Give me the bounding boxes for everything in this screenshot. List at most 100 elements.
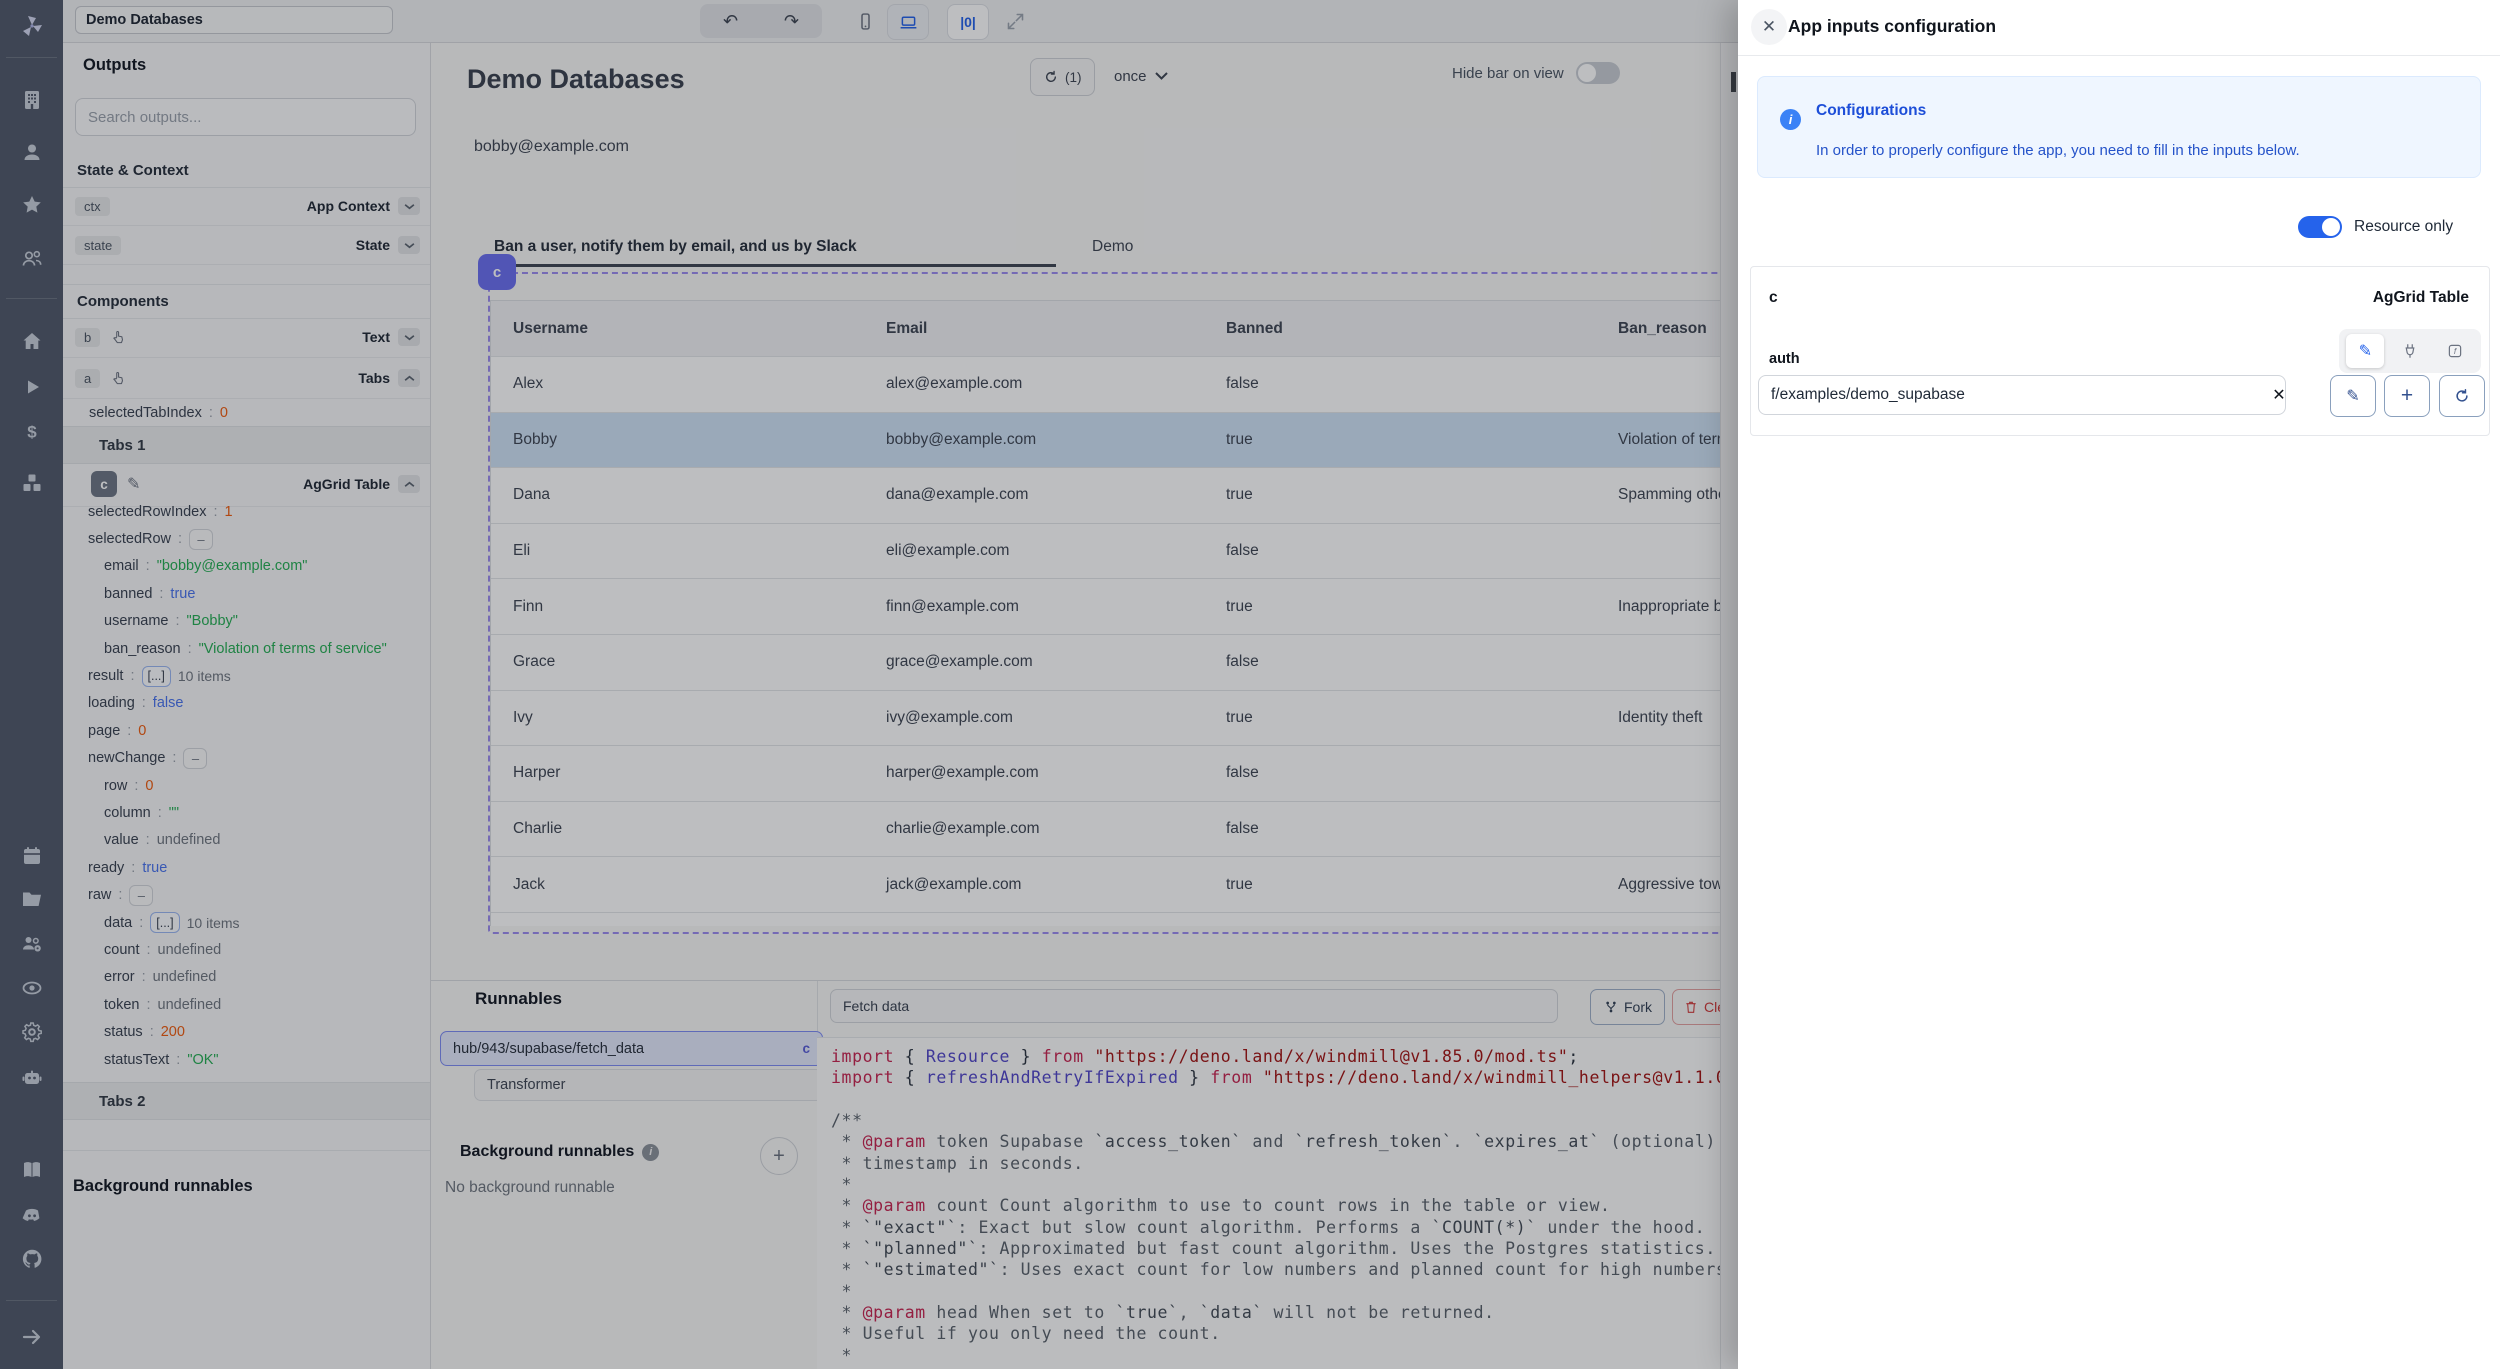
output-row-state[interactable]: stateState	[63, 226, 430, 265]
info-icon[interactable]: i	[642, 1144, 659, 1161]
clear-resource-icon[interactable]: ✕	[2269, 385, 2289, 405]
colon: :	[175, 613, 179, 629]
edit-pencil-icon[interactable]: ✎	[127, 474, 140, 494]
table-row[interactable]: Jackjack@example.comtrueAggressive towar…	[491, 857, 1737, 913]
users-icon[interactable]	[19, 245, 45, 271]
dollar-icon[interactable]: $	[19, 419, 45, 445]
text-component-b[interactable]: bobby@example.com	[474, 138, 629, 156]
collapse-toggle[interactable]: –	[183, 748, 207, 769]
runnable-item-fetch-data[interactable]: hub/943/supabase/fetch_data c	[440, 1031, 823, 1066]
chevron-up-icon[interactable]	[398, 475, 420, 493]
connect-mode-plug-icon[interactable]	[2391, 334, 2429, 368]
github-icon[interactable]	[19, 1246, 45, 1272]
cell-banned: false	[1226, 542, 1259, 560]
collapse-toggle[interactable]: –	[189, 529, 213, 550]
gear-icon[interactable]	[19, 1019, 45, 1045]
add-background-runnable-button[interactable]: +	[760, 1137, 798, 1175]
resource-path-input[interactable]	[1758, 375, 2286, 415]
search-outputs-input[interactable]	[75, 98, 416, 136]
chevron-down-icon[interactable]	[398, 236, 420, 254]
chevron-down-icon[interactable]	[398, 197, 420, 215]
tabs2-section-header[interactable]: Tabs 2	[63, 1082, 430, 1120]
eval-mode-fn-icon[interactable]: f	[2436, 334, 2474, 368]
mobile-view-icon[interactable]	[845, 4, 885, 38]
undo-icon[interactable]: ↶	[709, 11, 752, 32]
folder-icon[interactable]	[19, 886, 45, 912]
cubes-icon[interactable]	[19, 470, 45, 496]
pointer-icon	[110, 370, 127, 387]
edit-resource-button[interactable]: ✎	[2330, 375, 2376, 417]
output-row-ctx[interactable]: ctxApp Context	[63, 187, 430, 226]
add-resource-button[interactable]: +	[2384, 375, 2430, 417]
expand-icon[interactable]	[995, 4, 1035, 38]
redo-icon[interactable]: ↷	[770, 11, 813, 32]
reload-resource-button[interactable]	[2439, 375, 2485, 417]
table-row[interactable]: Danadana@example.comtrueSpamming other u…	[491, 468, 1737, 524]
tree-key: selectedRow	[88, 531, 171, 547]
static-mode-pencil-icon[interactable]: ✎	[2346, 334, 2384, 368]
config-component-id: c	[1769, 289, 1778, 307]
table-row[interactable]: Alexalex@example.comfalse	[491, 357, 1737, 413]
cell-email: harper@example.com	[886, 764, 1039, 782]
desktop-view-icon[interactable]	[887, 4, 929, 40]
tree-key: raw	[88, 887, 111, 903]
colon: :	[134, 778, 138, 794]
table-row[interactable]: Ivyivy@example.comtrueIdentity theft	[491, 691, 1737, 747]
output-object-tree: selectedRowIndex:1selectedRow:–email:"bo…	[63, 498, 430, 1073]
component-row-a[interactable]: aTabs	[63, 358, 430, 399]
schedule-dropdown[interactable]: once	[1114, 58, 1168, 94]
hide-bar-toggle[interactable]	[1576, 62, 1620, 84]
eye-icon[interactable]	[19, 975, 45, 1001]
home-icon[interactable]	[19, 328, 45, 354]
resource-only-toggle[interactable]	[2298, 216, 2342, 238]
script-name-input[interactable]	[830, 989, 1558, 1023]
windmill-logo-icon[interactable]	[19, 13, 45, 39]
svg-text:$: $	[27, 423, 37, 442]
table-row[interactable]: Gracegrace@example.comfalse	[491, 635, 1737, 691]
code-editor[interactable]: import { Resource } from "https://deno.l…	[817, 1037, 1738, 1369]
array-expander[interactable]: [...]	[150, 912, 179, 933]
robot-icon[interactable]	[19, 1065, 45, 1091]
tab-demo[interactable]: Demo	[1092, 238, 1133, 256]
canvas-scrollbar[interactable]	[1720, 0, 1739, 1369]
close-icon[interactable]: ✕	[1751, 9, 1787, 45]
book-icon[interactable]	[19, 1157, 45, 1183]
column-header-banned: Banned	[1226, 320, 1283, 338]
colon: :	[139, 915, 143, 931]
table-row[interactable]: Bobbybobby@example.comtrueViolation of t…	[491, 413, 1737, 469]
workers-icon[interactable]	[19, 931, 45, 957]
play-icon[interactable]	[19, 374, 45, 400]
runnable-item-transformer[interactable]: Transformer	[474, 1069, 823, 1101]
refresh-button[interactable]: (1)	[1030, 58, 1095, 96]
cell-email: dana@example.com	[886, 486, 1028, 504]
table-row[interactable]: Finnfinn@example.comtrueInappropriate be…	[491, 579, 1737, 635]
component-row-b[interactable]: bText	[63, 317, 430, 358]
table-row[interactable]: Charliecharlie@example.comfalse	[491, 802, 1737, 858]
user-icon[interactable]	[19, 139, 45, 165]
discord-icon[interactable]	[19, 1202, 45, 1228]
cell-banned: true	[1226, 709, 1253, 727]
calendar-icon[interactable]	[19, 843, 45, 869]
building-icon[interactable]	[19, 87, 45, 113]
arrow-right-icon[interactable]	[19, 1324, 45, 1350]
chevron-up-icon[interactable]	[398, 369, 420, 387]
tree-key: selectedRowIndex	[88, 504, 207, 520]
chevron-down-icon[interactable]	[398, 328, 420, 346]
table-row[interactable]: Harperharper@example.comfalse	[491, 746, 1737, 802]
selected-component-badge[interactable]: c	[478, 254, 516, 290]
array-expander[interactable]: [...]	[142, 666, 171, 687]
column-header-username: Username	[513, 320, 588, 338]
tree-row-statusText: statusText:"OK"	[63, 1046, 430, 1073]
tree-key: statusText	[104, 1052, 169, 1068]
resource-only-label: Resource only	[2354, 218, 2453, 236]
app-title-input[interactable]	[75, 6, 393, 34]
fork-button[interactable]: Fork	[1590, 989, 1665, 1025]
preview-outline-icon[interactable]: |0|	[947, 4, 989, 40]
star-icon[interactable]	[19, 192, 45, 218]
collapse-toggle[interactable]: –	[129, 885, 153, 906]
tree-key: token	[104, 997, 139, 1013]
tree-row-status: status:200	[63, 1018, 430, 1045]
table-row[interactable]: Elieli@example.comfalse	[491, 524, 1737, 580]
tab-ban-a-user[interactable]: Ban a user, notify them by email, and us…	[494, 238, 857, 256]
tabs1-section-header[interactable]: Tabs 1	[63, 426, 430, 464]
